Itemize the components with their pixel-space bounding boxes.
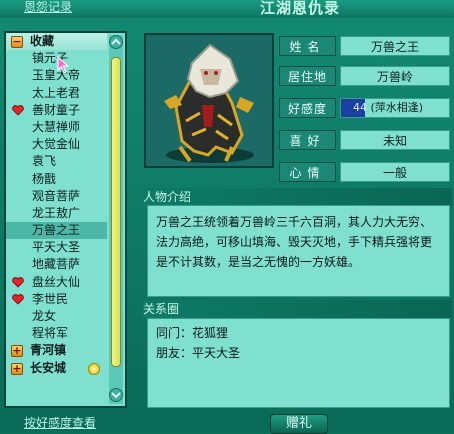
list-item[interactable]: 李世民: [6, 291, 107, 308]
hobby-row: 喜好 未知: [279, 130, 452, 150]
name-row: 姓名 万兽之王: [279, 36, 452, 56]
list-item-label: 袁飞: [32, 154, 57, 169]
list-item-label: 观音菩萨: [32, 188, 81, 203]
relations-heading: 关系圈: [143, 300, 452, 318]
favor-description: (萍水相逢): [370, 101, 424, 114]
mouse-cursor-icon: [57, 55, 70, 74]
heart-icon: [12, 294, 24, 305]
list-item-label: 大觉金仙: [32, 137, 81, 152]
name-value: 万兽之王: [340, 36, 450, 56]
heart-icon: [12, 276, 24, 288]
list-item[interactable]: 平天大圣: [6, 239, 107, 256]
heart-icon: [12, 104, 24, 116]
record-link[interactable]: 恩怨记录: [24, 0, 72, 15]
list-item-label: 李世民: [32, 291, 69, 306]
list-item[interactable]: 程将军: [6, 325, 107, 342]
list-item-label: 龙王敖广: [32, 205, 81, 220]
relation-line: 同门：花狐狸: [156, 326, 229, 340]
list-item-label: 太上老君: [32, 85, 81, 100]
npc-list: − 收藏 镇元子 玉皇大帝 太上老君 善财童子 大慧禅师 大觉金仙 袁飞 杨戬 观音菩萨 龙王敖广 万兽…: [6, 33, 107, 377]
list-item[interactable]: 地藏菩萨: [6, 256, 107, 273]
list-item[interactable]: 杨戬: [6, 171, 107, 188]
list-item[interactable]: 龙王敖广: [6, 205, 107, 222]
mood-value: 一般: [340, 162, 450, 182]
scroll-down-button[interactable]: [109, 388, 123, 402]
relations-box: 同门：花狐狸 朋友：平天大圣: [147, 318, 450, 408]
intro-heading: 人物介绍: [143, 188, 452, 206]
hobby-value: 未知: [340, 130, 450, 150]
list-item[interactable]: 观音菩萨: [6, 188, 107, 205]
list-item[interactable]: 袁飞: [6, 153, 107, 170]
list-item[interactable]: 善财童子: [6, 102, 107, 119]
mood-label: 心情: [279, 162, 336, 182]
relation-line: 朋友：平天大圣: [156, 346, 241, 360]
plus-icon[interactable]: +: [11, 345, 23, 358]
hobby-label: 喜好: [279, 130, 336, 150]
window-title: 江湖恩仇录: [259, 0, 340, 17]
list-group[interactable]: + 青河镇: [6, 342, 107, 359]
list-item[interactable]: 太上老君: [6, 85, 107, 102]
list-item-label: 程将军: [32, 326, 69, 341]
list-group[interactable]: − 收藏: [6, 33, 107, 51]
list-item-label: 杨戬: [32, 171, 57, 186]
list-item-label: 盘丝大仙: [32, 274, 81, 289]
list-item[interactable]: 大觉金仙: [6, 136, 107, 153]
favor-label: 好感度: [279, 98, 336, 118]
list-item[interactable]: 龙女: [6, 308, 107, 325]
chevron-up-icon: [111, 38, 121, 45]
beast-king-portrait-icon: [164, 43, 254, 163]
list-item-label: 龙女: [32, 309, 57, 323]
list-item-label: 万兽之王: [32, 223, 81, 238]
list-item-label: 地藏菩萨: [32, 257, 81, 272]
list-item-label: 收藏: [30, 34, 55, 48]
mood-row: 心情 一般: [279, 162, 452, 182]
list-item-label: 大慧禅师: [32, 119, 81, 134]
favor-row: 好感度 44 (萍水相逢): [279, 98, 452, 118]
scroll-up-button[interactable]: [109, 35, 123, 49]
favor-value: 44: [353, 101, 367, 114]
gift-button[interactable]: 赠礼: [270, 414, 328, 434]
npc-list-panel: − 收藏 镇元子 玉皇大帝 太上老君 善财童子 大慧禅师 大觉金仙 袁飞 杨戬 观音菩萨 龙王敖广 万兽…: [4, 31, 127, 408]
window: 恩怨记录 江湖恩仇录 − 收藏 镇元子 玉皇大帝 太上老君 善财童子 大慧禅师 大觉金仙 袁飞杨…: [0, 0, 454, 434]
list-item-label: 青河镇: [30, 343, 67, 358]
scroll-thumb[interactable]: [111, 57, 121, 367]
npc-portrait: [144, 33, 274, 168]
list-item[interactable]: 万兽之王: [6, 222, 107, 240]
list-item-label: 平天大圣: [32, 240, 81, 255]
residence-row: 居住地 万兽岭: [279, 66, 452, 86]
list-item-label: 善财童子: [32, 102, 81, 117]
favor-text: 44 (萍水相逢): [353, 99, 423, 117]
sort-by-favor-link[interactable]: 按好感度查看: [24, 414, 96, 431]
chevron-down-icon: [111, 392, 121, 399]
title-bar: 恩怨记录 江湖恩仇录: [0, 0, 454, 18]
list-item-label: 长安城: [30, 360, 67, 375]
coin-icon: [88, 362, 100, 375]
residence-label: 居住地: [279, 66, 336, 86]
list-scrollbar[interactable]: [109, 35, 123, 404]
list-item[interactable]: 盘丝大仙: [6, 274, 107, 291]
favor-meter: 44 (萍水相逢): [340, 98, 450, 118]
residence-value: 万兽岭: [340, 66, 450, 86]
intro-text: 万兽之王统领着万兽岭三千六百洞，其人力大无穷、法力高绝，可移山填海、毁天灭地，手…: [147, 205, 450, 297]
name-label: 姓名: [279, 36, 336, 56]
list-group[interactable]: + 长安城: [6, 360, 107, 377]
plus-icon[interactable]: +: [11, 362, 23, 375]
list-item[interactable]: 大慧禅师: [6, 119, 107, 136]
minus-icon[interactable]: −: [11, 36, 23, 48]
